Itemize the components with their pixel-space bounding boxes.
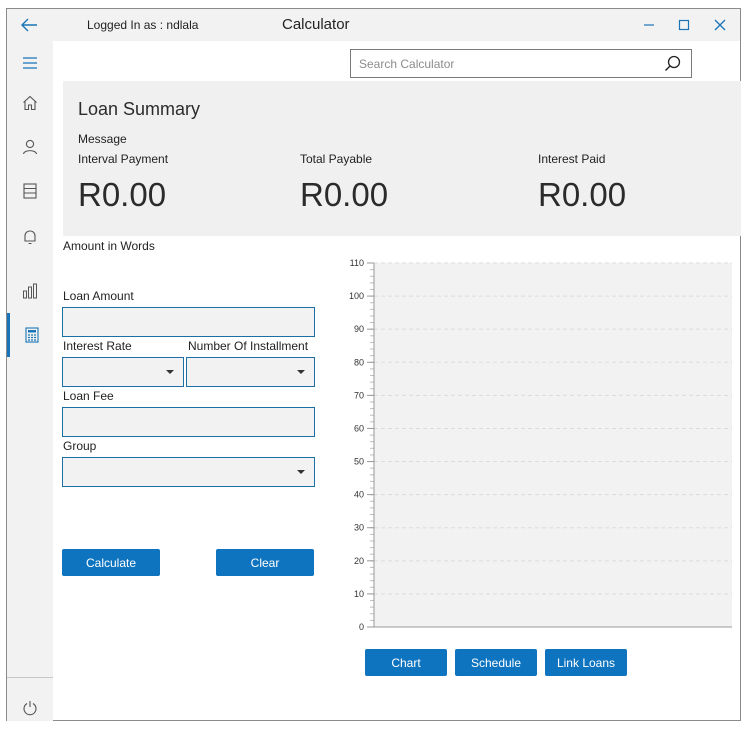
interest-paid-value: R0.00 [538, 176, 627, 213]
chevron-down-icon [166, 370, 174, 374]
y-tick-label: 100 [349, 291, 364, 301]
y-tick-label: 40 [354, 490, 364, 500]
back-arrow-icon [21, 18, 37, 32]
plot-area [374, 263, 732, 627]
total-payable-value: R0.00 [300, 176, 389, 213]
maximize-icon [678, 19, 690, 31]
message-label: Message [78, 132, 127, 146]
schedule-button[interactable]: Schedule [455, 649, 537, 676]
nav-profile[interactable] [7, 125, 53, 169]
link-loans-button[interactable]: Link Loans [545, 649, 627, 676]
loan-fee-field[interactable] [62, 407, 315, 437]
y-tick-label: 30 [354, 523, 364, 533]
power-icon [23, 701, 37, 716]
nav-rail [7, 41, 53, 721]
loan-chart: 0 10 20 30 40 50 60 70 80 90 100 110 [349, 258, 732, 632]
minimize-icon [644, 24, 654, 26]
nav-list[interactable] [7, 169, 53, 213]
y-tick-label: 110 [350, 258, 364, 268]
window-title: Calculator [282, 16, 350, 33]
group-select[interactable] [62, 457, 315, 487]
interval-payment-label: Interval Payment [78, 152, 169, 166]
interest-paid-label: Interest Paid [538, 152, 606, 166]
calculator-icon [24, 327, 39, 343]
y-tick-label: 20 [354, 556, 364, 566]
nav-notifications[interactable] [7, 215, 53, 259]
title-bar: Logged In as : ndlala Calculator [7, 9, 740, 41]
bar-chart-icon [23, 283, 37, 299]
back-button[interactable] [17, 15, 43, 35]
calculate-button[interactable]: Calculate [62, 549, 160, 576]
maximize-button[interactable] [674, 15, 694, 35]
close-button[interactable] [710, 15, 730, 35]
nav-reports[interactable] [7, 269, 53, 313]
clear-button[interactable]: Clear [216, 549, 314, 576]
installments-label: Number Of Installment [188, 339, 309, 353]
y-tick-label: 90 [354, 324, 364, 334]
total-payable-label: Total Payable [300, 152, 373, 166]
home-icon [23, 95, 37, 111]
y-tick-label: 10 [354, 589, 364, 599]
interest-rate-label: Interest Rate [63, 339, 132, 353]
y-tick-label: 60 [354, 423, 364, 433]
bell-icon [24, 230, 36, 245]
interval-payment-value: R0.00 [78, 176, 167, 213]
loan-summary-panel: Loan Summary Message Interval Payment To… [63, 81, 741, 236]
y-tick-label: 80 [354, 357, 364, 367]
person-icon [22, 139, 38, 155]
y-tick-label: 50 [354, 457, 364, 467]
search-icon [665, 55, 681, 71]
summary-title: Loan Summary [78, 99, 201, 119]
chart-button[interactable]: Chart [365, 649, 447, 676]
app-window: Logged In as : ndlala Calculator Search … [6, 8, 741, 721]
group-label: Group [63, 439, 97, 453]
close-icon [714, 19, 726, 31]
menu-icon [23, 57, 37, 69]
installments-select[interactable] [186, 357, 315, 387]
nav-power[interactable] [7, 686, 53, 729]
nav-calculator[interactable] [7, 313, 53, 357]
logged-in-label: Logged In as : ndlala [87, 18, 199, 32]
interest-rate-select[interactable] [62, 357, 184, 387]
minimize-button[interactable] [639, 15, 659, 35]
y-tick-label: 70 [354, 390, 364, 400]
loan-amount-label: Loan Amount [63, 289, 134, 303]
nav-home[interactable] [7, 81, 53, 125]
list-icon [23, 183, 37, 199]
search-box [350, 49, 692, 78]
amount-in-words-label: Amount in Words [63, 239, 155, 253]
y-tick-label: 0 [359, 622, 364, 632]
loan-amount-field[interactable] [62, 307, 315, 337]
rail-divider [7, 677, 53, 678]
loan-fee-label: Loan Fee [63, 389, 114, 403]
chevron-down-icon [297, 370, 305, 374]
search-button[interactable] [663, 54, 683, 74]
search-input[interactable] [351, 50, 651, 77]
chevron-down-icon [297, 470, 305, 474]
nav-menu-button[interactable] [7, 41, 53, 85]
